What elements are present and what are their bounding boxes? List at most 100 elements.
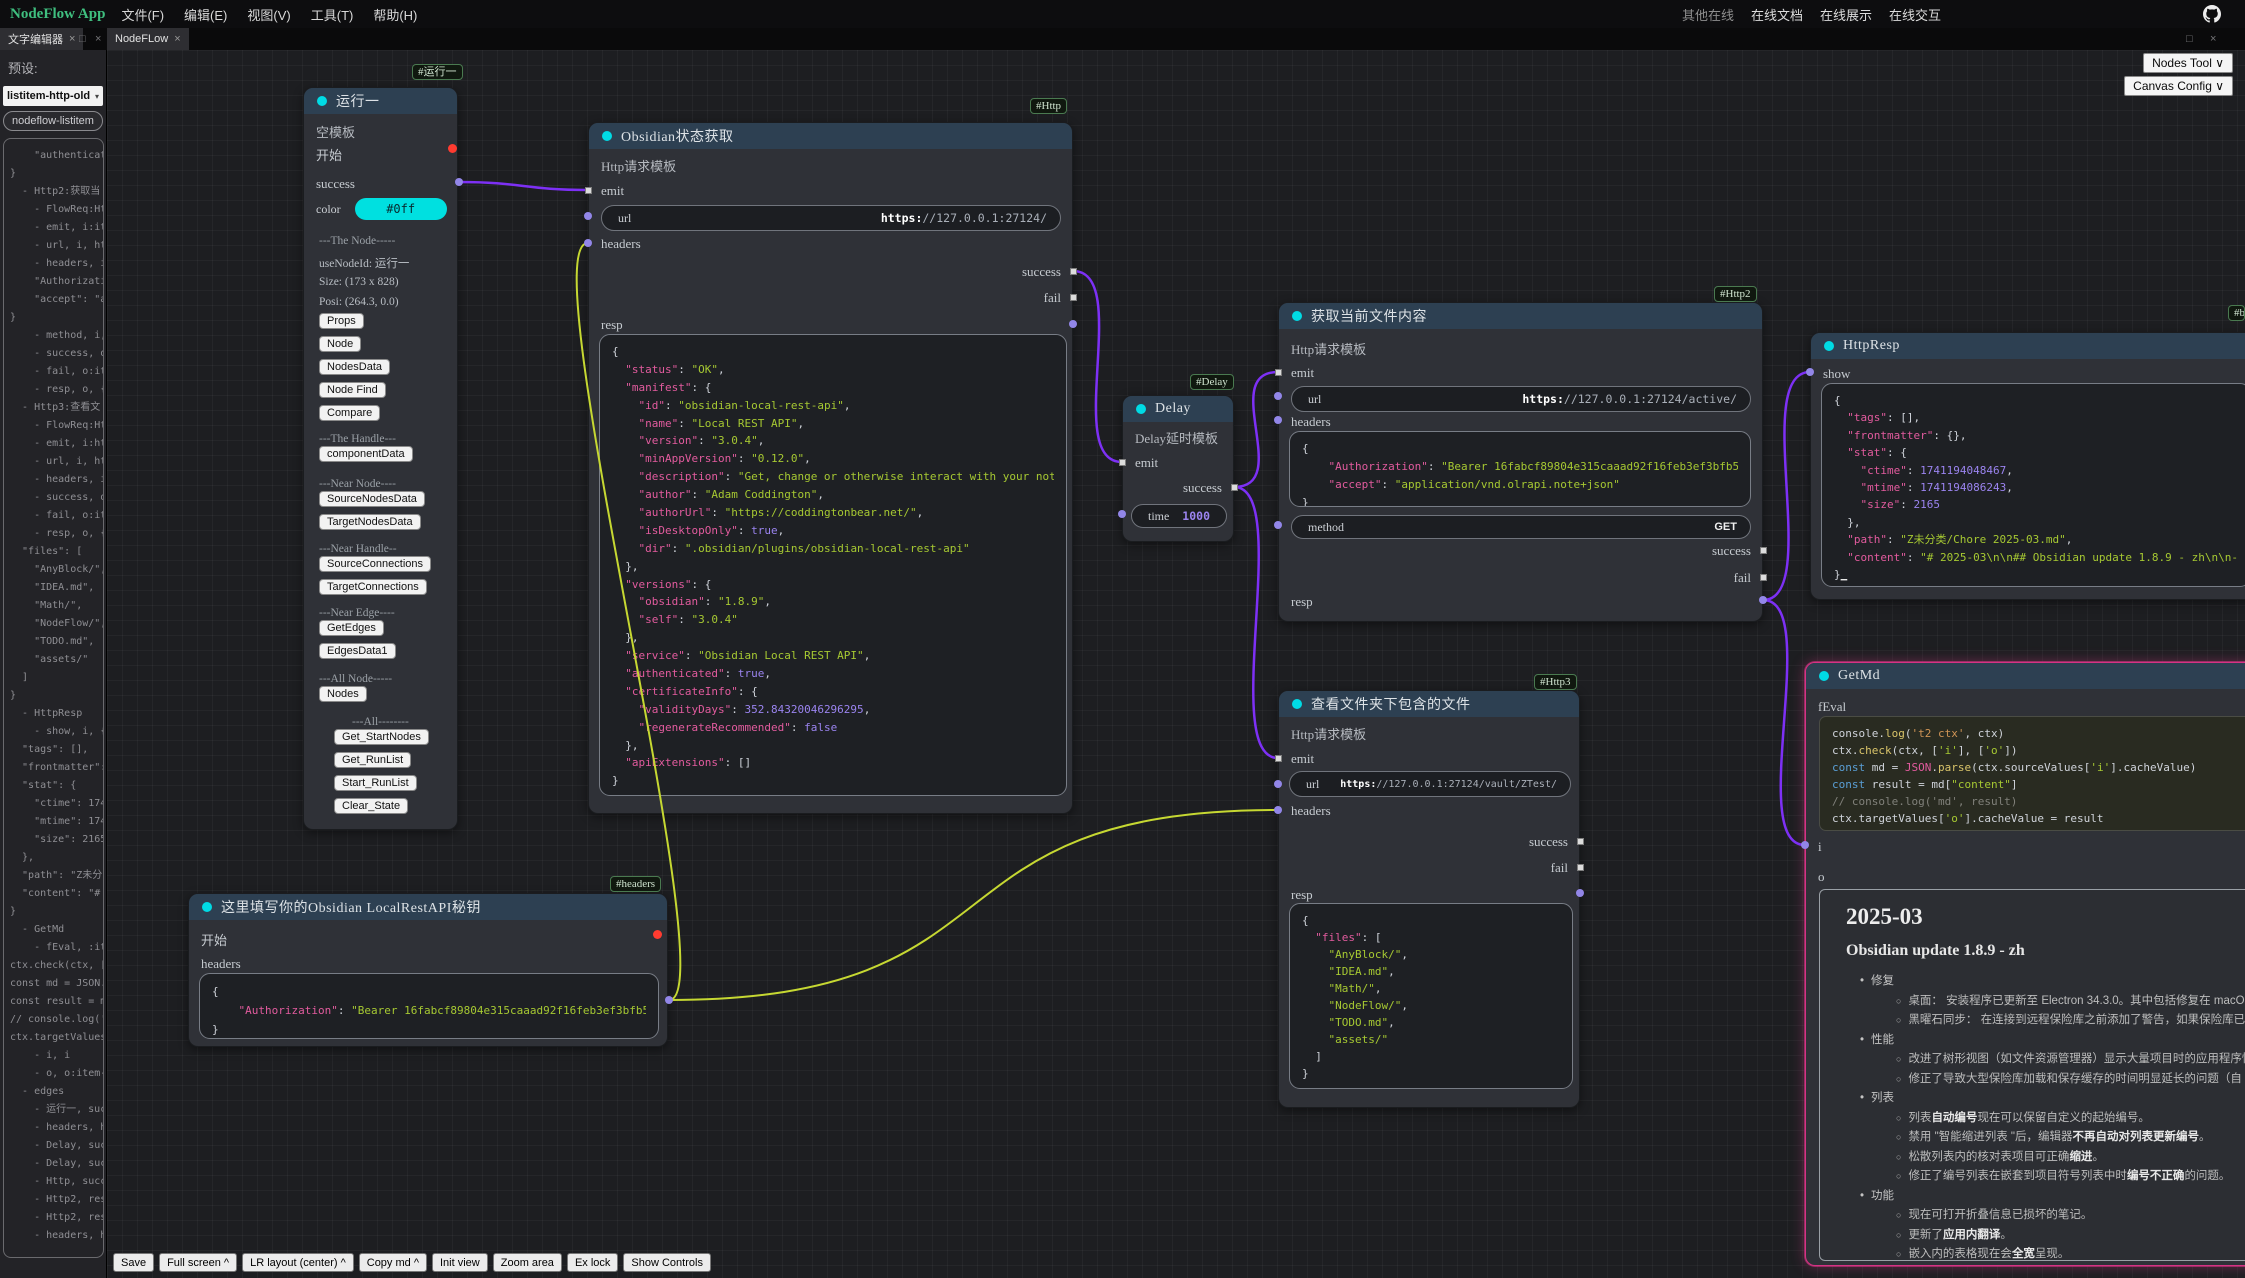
yaml-editor[interactable]: "authenticated} - Http2:获取当 - FlowReq:Ht…	[3, 138, 104, 1258]
node-getmd[interactable]: GetMdfEvalconsole.log('t2 ctx', ctx)ctx.…	[1805, 662, 2245, 1266]
toolbar-button[interactable]: Zoom area	[493, 1253, 562, 1272]
node-button[interactable]: componentData	[319, 446, 413, 462]
handle-dot[interactable]	[1806, 368, 1814, 376]
handle-dot[interactable]	[1118, 510, 1126, 518]
toolbar-button[interactable]: Copy md ^	[359, 1253, 427, 1272]
handle-dot[interactable]	[1801, 841, 1809, 849]
node-title-bar[interactable]: Delay	[1123, 396, 1233, 422]
node-http3[interactable]: 查看文件夹下包含的文件Http请求模板emiturlhttps://127.0.…	[1278, 690, 1580, 1108]
handle-dot[interactable]	[1274, 780, 1282, 788]
preset-pill[interactable]: nodeflow-listitem	[3, 111, 103, 131]
handle-square[interactable]	[1275, 369, 1282, 376]
color-swatch-input[interactable]: #0ff	[355, 198, 447, 220]
node-title-bar[interactable]: 获取当前文件内容	[1279, 303, 1762, 329]
node-button[interactable]: EdgesData1	[319, 643, 396, 659]
menu-item[interactable]: 工具(T)	[311, 5, 354, 24]
handle-start[interactable]	[448, 144, 457, 153]
handle-dot[interactable]	[455, 178, 463, 186]
menu-item[interactable]: 视图(V)	[247, 5, 290, 24]
code-editor[interactable]: console.log('t2 ctx', ctx)ctx.check(ctx,…	[1819, 716, 2245, 831]
handle-square[interactable]	[1275, 755, 1282, 762]
menu-link[interactable]: 在线展示	[1820, 5, 1872, 24]
json-editor[interactable]: { "files": [ "AnyBlock/", "IDEA.md", "Ma…	[1289, 903, 1573, 1089]
menu-item[interactable]: 编辑(E)	[184, 5, 227, 24]
field-url[interactable]: urlhttps://127.0.0.1:27124/vault/ZTest/	[1289, 771, 1571, 797]
node-title-bar[interactable]: 运行一	[304, 88, 457, 114]
flow-canvas[interactable]: 运行一空模板开始successcolor#0ff---The Node-----…	[107, 50, 2245, 1278]
handle-square[interactable]	[1760, 574, 1767, 581]
handle-dot[interactable]	[584, 212, 592, 220]
handle-square[interactable]	[1577, 864, 1584, 871]
menu-item[interactable]: 帮助(H)	[373, 5, 417, 24]
field-url[interactable]: urlhttps://127.0.0.1:27124/active/	[1291, 386, 1751, 412]
node-title-bar[interactable]: HttpResp	[1811, 333, 2245, 359]
node-title-bar[interactable]: GetMd	[1806, 663, 2245, 689]
node-title-bar[interactable]: 这里填写你的Obsidian LocalRestAPI秘钥	[189, 894, 667, 920]
node-button[interactable]: Compare	[319, 405, 380, 421]
field-method[interactable]: methodGET	[1291, 515, 1751, 539]
github-icon[interactable]	[2203, 5, 2221, 23]
menu-link[interactable]: 在线交互	[1889, 5, 1941, 24]
panel-close-icon[interactable]: ×	[95, 32, 101, 46]
menu-link[interactable]: 在线文档	[1751, 5, 1803, 24]
toolbar-button[interactable]: Ex lock	[567, 1253, 618, 1272]
node-button[interactable]: SourceNodesData	[319, 491, 425, 507]
tab-text-editor[interactable]: 文字编辑器×	[0, 28, 83, 50]
node-httpresp[interactable]: HttpRespshow{ "tags": [], "frontmatter":…	[1810, 332, 2245, 600]
handle-square[interactable]	[1577, 838, 1584, 845]
node-button[interactable]: Get_RunList	[334, 752, 411, 768]
top-tool-button[interactable]: Nodes Tool ∨	[2143, 53, 2233, 73]
node-button[interactable]: SourceConnections	[319, 556, 431, 572]
handle-dot[interactable]	[1274, 416, 1282, 424]
json-editor[interactable]: { "Authorization": "Bearer 16fabcf89804e…	[199, 973, 659, 1039]
node-headers[interactable]: 这里填写你的Obsidian LocalRestAPI秘钥开始headers{ …	[188, 893, 668, 1047]
handle-dot[interactable]	[1069, 320, 1077, 328]
handle-square[interactable]	[1070, 294, 1077, 301]
handle-dot[interactable]	[1274, 806, 1282, 814]
handle-dot[interactable]	[1759, 596, 1767, 604]
handle-dot[interactable]	[1576, 889, 1584, 897]
handle-dot[interactable]	[1274, 521, 1282, 529]
preset-dropdown[interactable]: listitem-http-old ▾	[3, 86, 103, 106]
handle-dot[interactable]	[665, 996, 673, 1004]
node-button[interactable]: Clear_State	[334, 798, 408, 814]
node-http[interactable]: Obsidian状态获取Http请求模板emiturlhttps://127.0…	[588, 122, 1073, 814]
node-button[interactable]: Nodes	[319, 686, 367, 702]
node-button[interactable]: Get_StartNodes	[334, 729, 429, 745]
node-title-bar[interactable]: 查看文件夹下包含的文件	[1279, 691, 1579, 717]
panel-maximize-icon[interactable]: □	[79, 32, 86, 46]
node-button[interactable]: GetEdges	[319, 620, 384, 636]
node-button[interactable]: TargetNodesData	[319, 514, 421, 530]
handle-dot[interactable]	[584, 239, 592, 247]
canvas-maximize-icon[interactable]: □	[2186, 32, 2193, 46]
node-button[interactable]: Node	[319, 336, 361, 352]
handle-start[interactable]	[653, 930, 662, 939]
menu-item[interactable]: 文件(F)	[121, 5, 164, 24]
field-time[interactable]: time1000	[1131, 504, 1227, 528]
json-editor[interactable]: { "status": "OK", "manifest": { "id": "o…	[599, 334, 1067, 796]
toolbar-button[interactable]: Show Controls	[623, 1253, 711, 1272]
field-url[interactable]: urlhttps://127.0.0.1:27124/	[601, 205, 1061, 231]
handle-square[interactable]	[1119, 459, 1126, 466]
node-button[interactable]: NodesData	[319, 359, 390, 375]
json-editor[interactable]: { "Authorization": "Bearer 16fabcf89804e…	[1289, 431, 1751, 507]
toolbar-button[interactable]: Save	[113, 1253, 154, 1272]
node-button[interactable]: TargetConnections	[319, 579, 427, 595]
menu-link[interactable]: 其他在线	[1682, 5, 1734, 24]
handle-dot[interactable]	[1274, 392, 1282, 400]
node-title-bar[interactable]: Obsidian状态获取	[589, 123, 1072, 149]
node-delay[interactable]: DelayDelay延时模板emitsuccesstime1000	[1122, 395, 1234, 542]
node-button[interactable]: Props	[319, 313, 364, 329]
toolbar-button[interactable]: Full screen ^	[159, 1253, 237, 1272]
canvas-close-icon[interactable]: ×	[2210, 32, 2216, 46]
toolbar-button[interactable]: LR layout (center) ^	[242, 1253, 354, 1272]
tab-nodeflow[interactable]: NodeFLow×	[107, 28, 189, 50]
handle-square[interactable]	[1070, 268, 1077, 275]
node-runner[interactable]: 运行一空模板开始successcolor#0ff---The Node-----…	[303, 87, 458, 830]
node-button[interactable]: Start_RunList	[334, 775, 417, 791]
node-button[interactable]: Node Find	[319, 382, 386, 398]
handle-square[interactable]	[1760, 547, 1767, 554]
node-http2[interactable]: 获取当前文件内容Http请求模板emiturlhttps://127.0.0.1…	[1278, 302, 1763, 622]
handle-square[interactable]	[1231, 484, 1238, 491]
handle-square[interactable]	[585, 187, 592, 194]
